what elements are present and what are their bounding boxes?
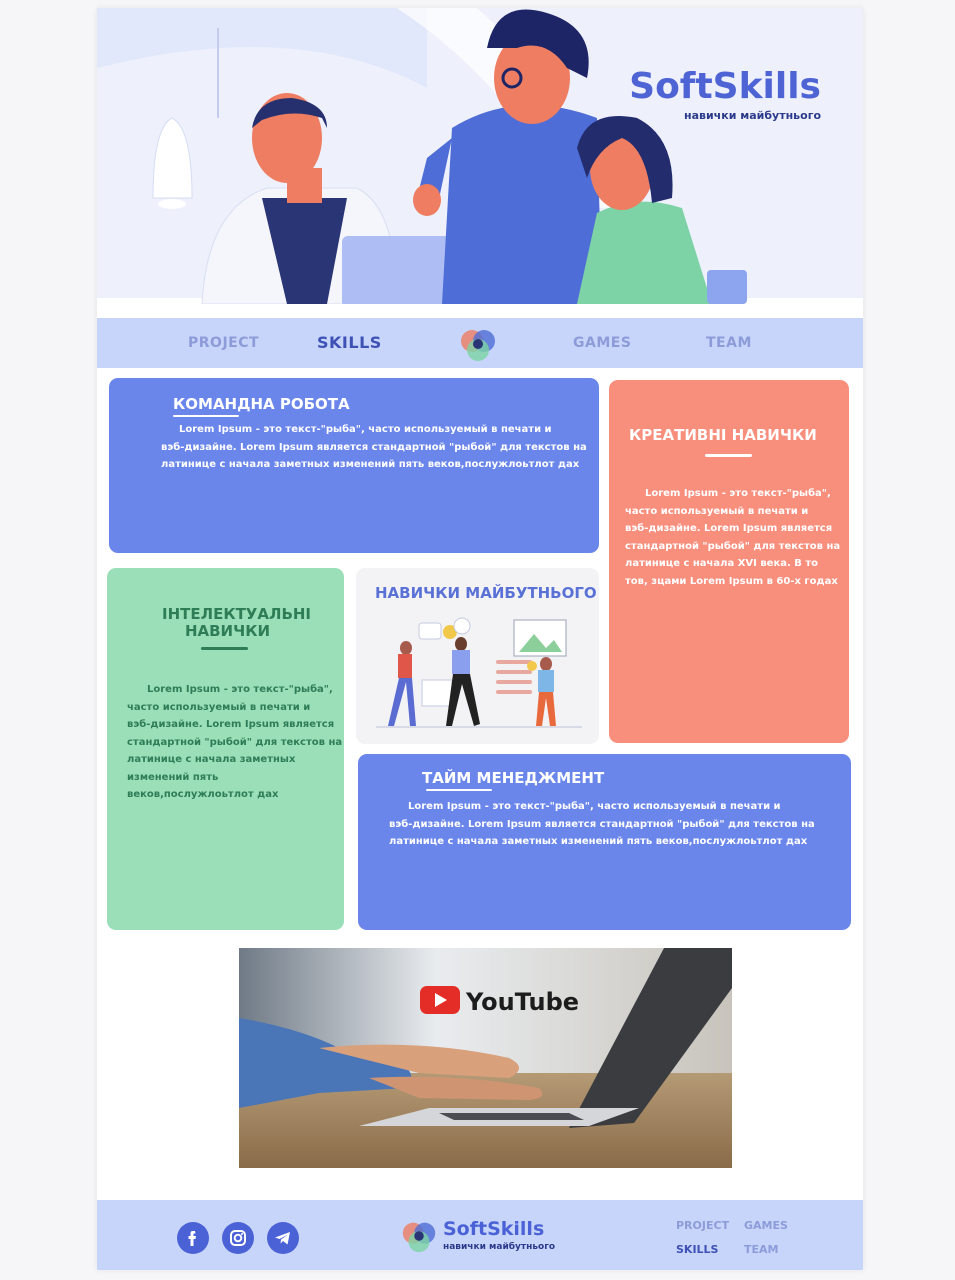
footer: SoftSkills навички майбутнього PROJECT G… bbox=[97, 1200, 863, 1270]
footer-link-team[interactable]: TEAM bbox=[744, 1243, 778, 1256]
card-time-title: ТАЙМ МЕНЕДЖМЕНТ bbox=[422, 769, 605, 787]
main-nav: PROJECT SKILLS GAMES TEAM bbox=[97, 318, 863, 368]
nav-item-games[interactable]: GAMES bbox=[573, 335, 631, 351]
future-illustration bbox=[376, 617, 582, 728]
card-intellectual[interactable]: ІНТЕЛЕКТУАЛЬНІ НАВИЧКИ Lorem Ipsum - это… bbox=[107, 568, 344, 930]
card-teamwork-title: КОМАНДНА РОБОТА bbox=[173, 395, 350, 413]
footer-link-project[interactable]: PROJECT bbox=[676, 1219, 729, 1232]
facebook-icon[interactable] bbox=[177, 1222, 209, 1254]
footer-brand-subtitle: навички майбутнього bbox=[443, 1242, 556, 1252]
logo-icon[interactable] bbox=[457, 323, 499, 365]
card-teamwork-text: Lorem Ipsum - это текст-"рыба", часто ис… bbox=[161, 424, 587, 470]
title-underline bbox=[201, 647, 248, 650]
brand-subtitle: навички майбутнього bbox=[683, 109, 821, 122]
footer-brand-title: SoftSkills bbox=[443, 1218, 545, 1240]
footer-link-skills[interactable]: SKILLS bbox=[676, 1243, 718, 1256]
nav-item-skills[interactable]: SKILLS bbox=[317, 333, 382, 352]
brand-title: SoftSkills bbox=[629, 66, 821, 107]
video-thumbnail: YouTube bbox=[239, 948, 732, 1168]
hero-illustration bbox=[97, 8, 863, 304]
title-underline bbox=[705, 454, 752, 457]
youtube-label: YouTube bbox=[465, 988, 579, 1016]
page: SoftSkills навички майбутнього PROJECT S… bbox=[97, 8, 863, 1270]
telegram-icon[interactable] bbox=[267, 1222, 299, 1254]
card-creative[interactable]: КРЕАТИВНІ НАВИЧКИ Lorem Ipsum - это текс… bbox=[609, 380, 849, 743]
card-teamwork[interactable]: КОМАНДНА РОБОТА Lorem Ipsum - это текст-… bbox=[109, 378, 599, 553]
card-intellectual-text: Lorem Ipsum - это текст-"рыба", часто ис… bbox=[127, 684, 343, 800]
footer-link-games[interactable]: GAMES bbox=[744, 1219, 788, 1232]
nav-item-team[interactable]: TEAM bbox=[706, 335, 752, 351]
nav-item-project[interactable]: PROJECT bbox=[188, 335, 259, 351]
youtube-video[interactable]: YouTube bbox=[239, 948, 732, 1168]
card-time-text: Lorem Ipsum - это текст-"рыба", часто ис… bbox=[389, 801, 815, 847]
card-creative-text: Lorem Ipsum - это текст-"рыба", часто ис… bbox=[625, 488, 841, 587]
title-underline bbox=[173, 415, 239, 417]
brand-logo: SoftSkills навички майбутнього bbox=[629, 66, 821, 122]
card-intellectual-title: ІНТЕЛЕКТУАЛЬНІ НАВИЧКИ bbox=[162, 605, 312, 640]
card-creative-title: КРЕАТИВНІ НАВИЧКИ bbox=[629, 426, 817, 444]
hero-banner: SoftSkills навички майбутнього bbox=[97, 8, 863, 304]
card-future[interactable]: НАВИЧКИ МАЙБУТНЬОГО bbox=[356, 568, 599, 744]
title-underline bbox=[426, 789, 492, 791]
instagram-icon[interactable] bbox=[222, 1222, 254, 1254]
logo-icon bbox=[402, 1222, 436, 1253]
card-time-management[interactable]: ТАЙМ МЕНЕДЖМЕНТ Lorem Ipsum - это текст-… bbox=[358, 754, 851, 930]
